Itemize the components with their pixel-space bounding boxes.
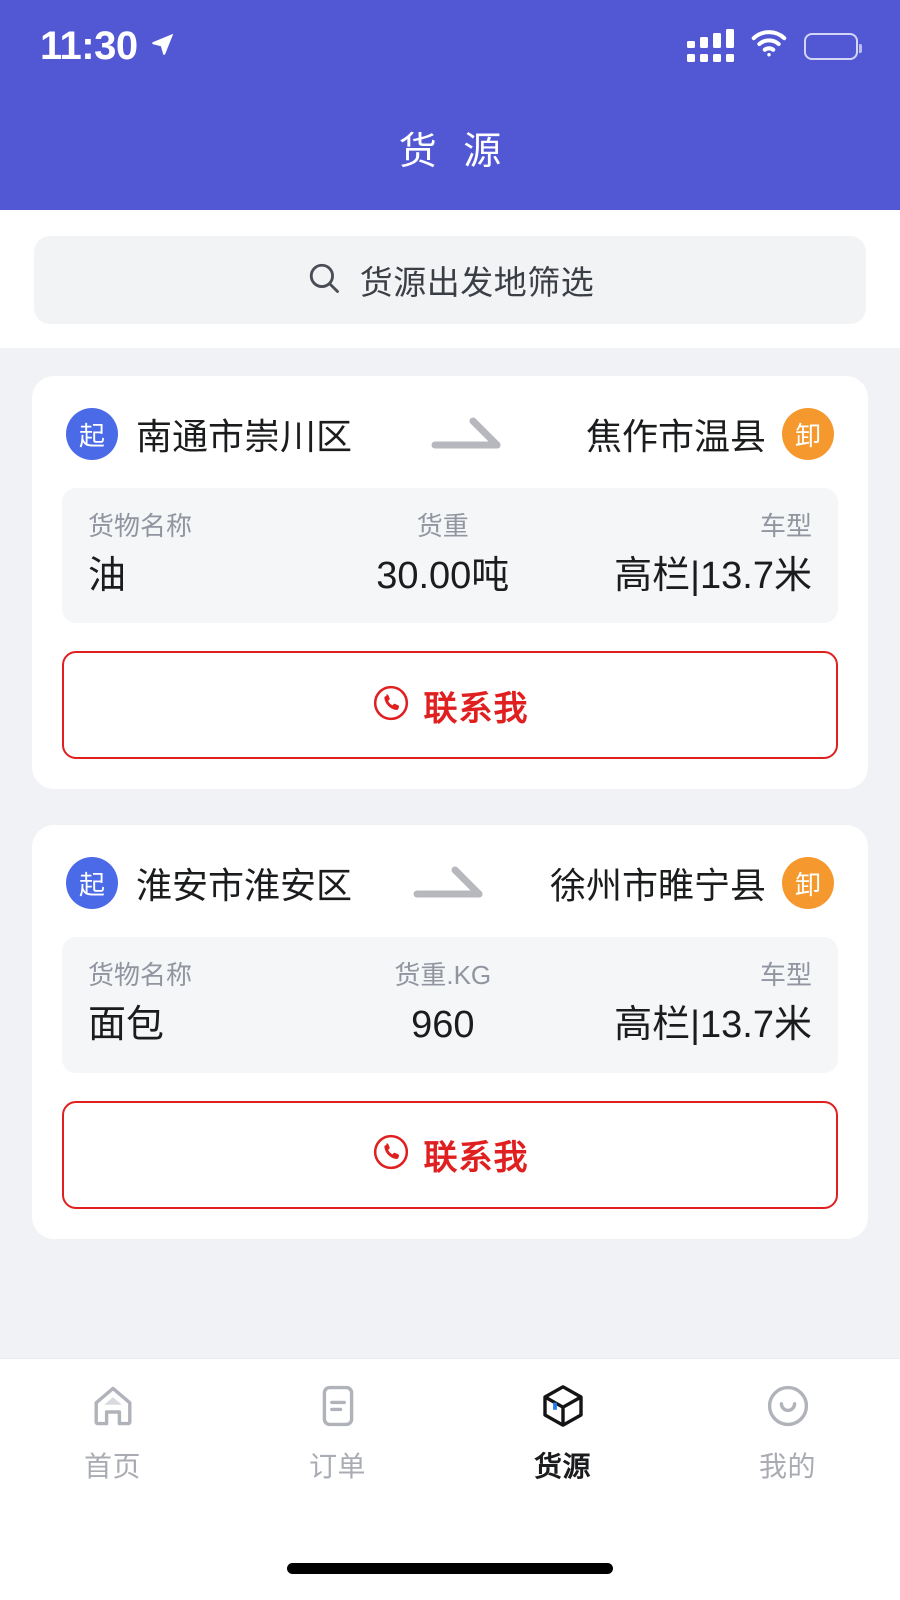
origin-badge: 起 [66, 408, 118, 460]
vehicle-type-column: 车型 高栏|13.7米 [573, 510, 812, 599]
home-indicator[interactable] [287, 1562, 613, 1574]
bottom-tab-bar: 首页 订单 货源 我的 [0, 1358, 900, 1536]
status-bar-clock: 11:30 [40, 24, 138, 68]
wifi-icon [750, 29, 788, 63]
page-title: 货 源 [398, 131, 510, 173]
home-icon [89, 1381, 137, 1431]
contact-button[interactable]: 联系我 [62, 1100, 838, 1209]
vehicle-type-value: 高栏|13.7米 [614, 554, 812, 597]
vehicle-type-value: 高栏|13.7米 [614, 1004, 812, 1047]
tab-cargo[interactable]: 货源 [450, 1381, 675, 1485]
tab-orders-label: 订单 [308, 1451, 366, 1482]
destination-badge: 卸 [782, 408, 834, 460]
app-header: 11:30 货 源 [0, 0, 900, 210]
contact-button-label: 联系我 [423, 689, 529, 728]
search-input[interactable]: 货源出发地筛选 [34, 236, 866, 324]
contact-button[interactable]: 联系我 [62, 651, 838, 760]
destination-group: 焦作市温县 卸 [586, 408, 834, 460]
cargo-weight-column: 货重 30.00吨 [312, 510, 573, 599]
destination-badge: 卸 [782, 857, 834, 910]
route-row: 起 南通市崇川区 焦作市温县 卸 [62, 402, 838, 466]
route-arrow-icon [352, 415, 586, 453]
origin-city: 南通市崇川区 [136, 416, 353, 457]
cellular-signal-icon [687, 29, 734, 62]
destination-city: 徐州市睢宁县 [549, 865, 766, 907]
cargo-info-panel: 货物名称 面包 货重.KG 960 车型 高栏|13.7米 [62, 937, 838, 1073]
search-icon [306, 260, 342, 301]
tab-home[interactable]: 首页 [0, 1381, 225, 1485]
smiley-face-icon [764, 1381, 812, 1431]
origin-badge: 起 [66, 857, 118, 910]
cargo-card[interactable]: 起 淮安市淮安区 徐州市睢宁县 卸 货物名称 面包 货重.KG 960 车型 高… [32, 825, 868, 1239]
route-row: 起 淮安市淮安区 徐州市睢宁县 卸 [62, 851, 838, 915]
location-arrow-icon [150, 31, 176, 62]
cargo-card[interactable]: 起 南通市崇川区 焦作市温县 卸 货物名称 油 货重 30.00吨 车型 高栏|… [32, 376, 868, 790]
status-bar: 11:30 [0, 0, 900, 92]
destination-group: 徐州市睢宁县 卸 [549, 857, 834, 910]
cargo-name-label: 货物名称 [88, 511, 193, 541]
app-screen: 11:30 货 源 货源出发地筛选 起 南通市崇川区 焦作市温县 卸 货物名称 … [0, 0, 900, 1600]
tab-orders[interactable]: 订单 [225, 1381, 450, 1485]
order-list-icon [314, 1381, 362, 1431]
cargo-list: 起 南通市崇川区 焦作市温县 卸 货物名称 油 货重 30.00吨 车型 高栏|… [0, 348, 900, 1358]
tab-profile[interactable]: 我的 [675, 1381, 900, 1485]
status-bar-right [687, 29, 862, 63]
box-cube-icon [539, 1381, 587, 1431]
cargo-name-label: 货物名称 [88, 960, 193, 991]
destination-city: 焦作市温县 [585, 416, 766, 457]
origin-city: 淮安市淮安区 [136, 865, 353, 907]
cargo-weight-value: 960 [411, 1004, 475, 1047]
battery-icon [804, 32, 862, 60]
tab-profile-label: 我的 [758, 1451, 816, 1482]
phone-icon [372, 684, 410, 727]
search-section: 货源出发地筛选 [0, 210, 900, 348]
cargo-name-column: 货物名称 面包 [88, 959, 312, 1048]
cargo-name-value: 油 [88, 554, 127, 597]
home-indicator-area [0, 1536, 900, 1600]
cargo-weight-label: 货重 [416, 511, 469, 541]
phone-icon [372, 1133, 410, 1176]
status-bar-left: 11:30 [40, 26, 176, 66]
cargo-name-value: 面包 [88, 1004, 165, 1047]
cargo-name-column: 货物名称 油 [88, 510, 312, 599]
tab-home-label: 首页 [83, 1451, 141, 1482]
route-arrow-icon [352, 864, 550, 902]
search-placeholder: 货源出发地筛选 [359, 264, 595, 301]
cargo-weight-label: 货重.KG [394, 960, 492, 991]
vehicle-type-label: 车型 [759, 960, 812, 991]
cargo-weight-value: 30.00吨 [376, 554, 510, 597]
tab-cargo-label: 货源 [533, 1451, 591, 1482]
vehicle-type-column: 车型 高栏|13.7米 [573, 959, 812, 1048]
cargo-weight-column: 货重.KG 960 [312, 959, 573, 1048]
vehicle-type-label: 车型 [759, 511, 812, 541]
cargo-info-panel: 货物名称 油 货重 30.00吨 车型 高栏|13.7米 [62, 488, 838, 624]
contact-button-label: 联系我 [423, 1139, 529, 1178]
